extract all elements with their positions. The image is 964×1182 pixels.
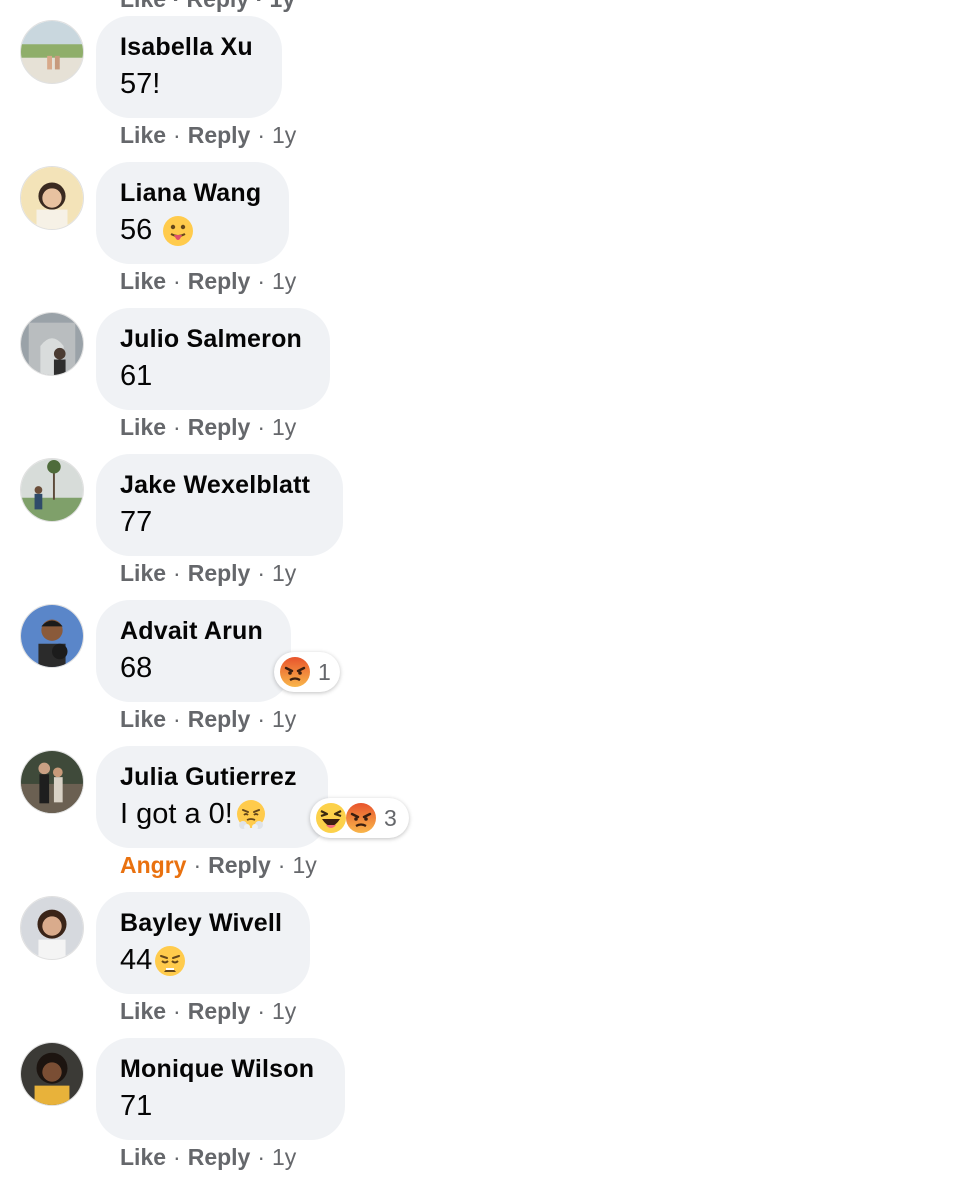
reaction-count: 1	[318, 658, 331, 685]
comment-text: 57!	[120, 68, 160, 101]
weary-face-emoji	[154, 945, 186, 977]
comment-actions: Angry · Reply · 1y	[120, 852, 317, 878]
steam-nose-emoji	[235, 799, 267, 831]
comment-item: Monique Wilson 71 Like · Reply · 1y	[0, 1038, 964, 1182]
comment-text: I got a 0!	[120, 798, 267, 831]
avatar[interactable]	[20, 1042, 84, 1106]
comment-bubble: Liana Wang 56	[96, 162, 289, 264]
angry-reaction-icon	[280, 657, 310, 687]
comment-age[interactable]: 1y	[272, 1144, 296, 1170]
comment-bubble: Julio Salmeron 61	[96, 308, 330, 410]
comment-author[interactable]: Julia Gutierrez	[120, 763, 297, 792]
like-button[interactable]: Like	[120, 1144, 166, 1170]
comment-age[interactable]: 1y	[272, 998, 296, 1024]
comment-text-content: I got a 0!	[120, 798, 233, 830]
comment-text: 71	[120, 1090, 152, 1123]
previous-comment-actions: Like · Reply · 1y	[120, 0, 295, 13]
reply-button[interactable]: Reply	[188, 268, 251, 294]
comment-age[interactable]: 1y	[272, 414, 296, 440]
comment-actions: Like · Reply · 1y	[120, 1144, 297, 1170]
avatar[interactable]	[20, 458, 84, 522]
avatar[interactable]	[20, 750, 84, 814]
reply-button[interactable]: Reply	[188, 998, 251, 1024]
comment-text-content: 68	[120, 652, 153, 684]
comment-text-content: 61	[120, 360, 153, 392]
comment-author[interactable]: Julio Salmeron	[120, 325, 302, 354]
comment-text: 44	[120, 944, 186, 977]
comment-author[interactable]: Bayley Wivell	[120, 909, 282, 938]
comment-item: Julio Salmeron 61 Like · Reply · 1y	[0, 308, 964, 454]
reaction-summary[interactable]: 3	[310, 798, 409, 838]
comment-age[interactable]: 1y	[272, 560, 296, 586]
comment-age[interactable]: 1y	[272, 706, 296, 732]
comment-bubble: Bayley Wivell 44	[96, 892, 310, 994]
comment-text-content: 44	[120, 944, 153, 976]
like-button[interactable]: Like	[120, 414, 166, 440]
comment-age[interactable]: 1y	[272, 268, 296, 294]
comments-feed: Like · Reply · 1y Isabella Xu 57! Like·R…	[0, 0, 964, 1182]
comment-actions: Like · Reply · 1y	[120, 998, 297, 1024]
like-button[interactable]: Like	[120, 998, 166, 1024]
comment-bubble: Jake Wexelblatt 77	[96, 454, 343, 556]
avatar[interactable]	[20, 166, 84, 230]
reply-button[interactable]: Reply	[188, 122, 251, 148]
angry-reaction-button[interactable]: Angry	[120, 852, 186, 878]
comment-bubble: Advait Arun 68	[96, 600, 291, 702]
comment-text: 77	[120, 506, 152, 539]
comment-actions: Like · Reply · 1y	[120, 560, 297, 586]
reply-button[interactable]: Reply	[188, 414, 251, 440]
reply-button[interactable]: Reply	[188, 706, 251, 732]
comment-text-content: 77	[120, 506, 153, 538]
reaction-summary[interactable]: 1	[274, 652, 340, 692]
comment-age[interactable]: 1y	[292, 852, 316, 878]
comment-text-content: 57!	[120, 68, 161, 100]
comment-item: Jake Wexelblatt 77 Like · Reply · 1y	[0, 454, 964, 600]
reply-button[interactable]: Reply	[188, 1144, 251, 1170]
avatar[interactable]	[20, 896, 84, 960]
comment-actions: Like · Reply · 1y	[120, 268, 297, 294]
comment-text: 68	[120, 652, 152, 685]
avatar[interactable]	[20, 312, 84, 376]
haha-reaction-icon	[316, 803, 346, 833]
like-button[interactable]: Like	[120, 122, 166, 148]
comment-author[interactable]: Jake Wexelblatt	[120, 471, 310, 500]
comment-bubble: Julia Gutierrez I got a 0!	[96, 746, 328, 848]
comment-item: Advait Arun 68 1 Like · Reply · 1y	[0, 600, 964, 746]
comment-bubble: Isabella Xu 57!	[96, 16, 282, 118]
angry-reaction-icon	[346, 803, 376, 833]
comment-actions: Like · Reply · 1y	[120, 414, 297, 440]
like-button[interactable]: Like	[120, 268, 166, 294]
comment-author[interactable]: Liana Wang	[120, 179, 261, 208]
comment-text: 61	[120, 360, 152, 393]
comment-age[interactable]: 1y	[272, 122, 296, 148]
comment-text-content: 56	[120, 214, 153, 246]
reply-button[interactable]: Reply	[188, 560, 251, 586]
avatar[interactable]	[20, 20, 84, 84]
comment-author[interactable]: Isabella Xu	[120, 33, 253, 62]
comment-text: 56	[120, 214, 194, 247]
reply-button[interactable]: Reply	[208, 852, 271, 878]
comment-item: Bayley Wivell 44 Like · Reply · 1y	[0, 892, 964, 1038]
reaction-count: 3	[384, 804, 397, 831]
avatar[interactable]	[20, 604, 84, 668]
comment-item: Isabella Xu 57! Like · Reply · 1y	[0, 16, 964, 162]
comment-actions: Like · Reply · 1y	[120, 122, 297, 148]
comment-item: Julia Gutierrez I got a 0! 3 Angry · Reply…	[0, 746, 964, 892]
comment-bubble: Monique Wilson 71	[96, 1038, 345, 1140]
comment-author[interactable]: Monique Wilson	[120, 1055, 314, 1084]
comment-author[interactable]: Advait Arun	[120, 617, 263, 646]
like-button[interactable]: Like	[120, 560, 166, 586]
tongue-out-emoji	[162, 215, 194, 247]
like-button[interactable]: Like	[120, 706, 166, 732]
comment-item: Liana Wang 56 Like · Reply · 1y	[0, 162, 964, 308]
comment-text-content: 71	[120, 1090, 153, 1122]
comment-actions: Like · Reply · 1y	[120, 706, 297, 732]
